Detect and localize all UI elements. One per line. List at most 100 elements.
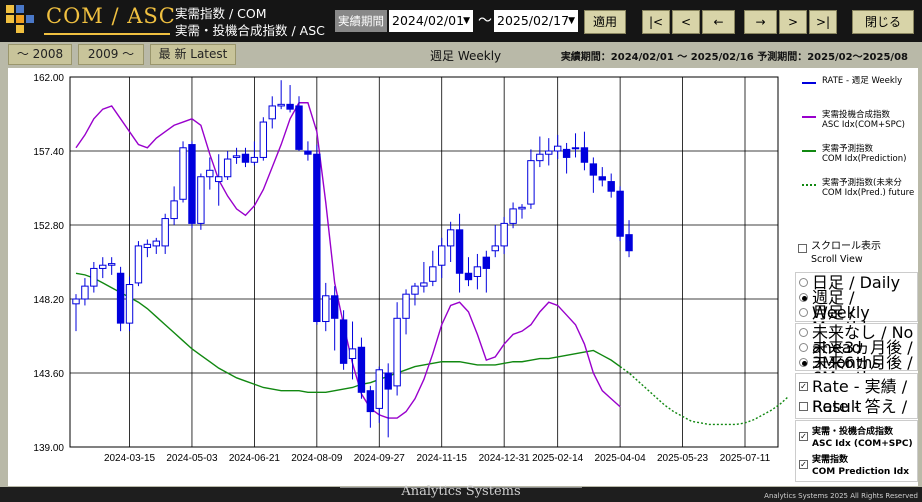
radio-3months[interactable] — [799, 343, 808, 352]
radio-no-ahead[interactable] — [799, 328, 808, 337]
legend-item-com-future: 実需予測指数(未来分 COM Idx(Pred.) future — [802, 178, 918, 212]
candle-down — [562, 148, 571, 158]
nav-back-button[interactable]: ← — [702, 10, 735, 34]
candle-up — [571, 147, 580, 150]
x-tick-label: 2025-04-04 — [595, 453, 647, 464]
candle-down — [607, 181, 615, 192]
rate-answer-option[interactable]: Rate - 答え / Answer — [796, 397, 917, 436]
candle-up — [179, 147, 187, 200]
legend-swatch — [802, 150, 816, 152]
radio-6months[interactable] — [799, 358, 808, 367]
candle-up — [491, 245, 499, 252]
price-chart: 162.00 157.40 152.80 148.20 143.60 139.00 2024… — [33, 73, 788, 464]
candle-up — [232, 155, 241, 158]
title-underline — [44, 33, 170, 35]
legend-swatch — [802, 116, 816, 118]
rate-result-checkbox[interactable]: ✓ — [799, 382, 808, 391]
candle-up — [509, 208, 517, 224]
candle-up — [553, 145, 562, 152]
app-logo — [6, 5, 34, 35]
nav-last-button[interactable]: >| — [809, 10, 837, 34]
scroll-view-label-en: Scroll View — [811, 254, 863, 265]
com-index-checkbox[interactable]: ✓ — [799, 460, 808, 469]
y-tick-label: 157.40 — [33, 147, 64, 158]
candle-up — [143, 243, 152, 249]
rate-answer-checkbox[interactable] — [799, 402, 808, 411]
candle-up — [536, 153, 544, 162]
x-tick-label: 2024-05-03 — [166, 453, 218, 464]
candle-up — [90, 267, 98, 287]
close-button[interactable]: 閉じる — [852, 10, 914, 34]
ahead-group: 未来なし / No ahead 未来3ヵ月後 / 3Months 未来6ヵ月後 … — [795, 323, 918, 386]
nav-prev-button[interactable]: < — [672, 10, 700, 34]
candle-up — [420, 282, 428, 287]
candle-down — [330, 295, 339, 319]
candle-down — [589, 163, 598, 176]
candle-down — [357, 346, 366, 393]
range-button-to-2008[interactable]: ～ 2008 — [8, 44, 72, 65]
radio-daily[interactable] — [799, 278, 808, 287]
candle-up — [268, 105, 276, 120]
candle-up — [223, 158, 232, 178]
candle-up — [134, 245, 143, 284]
com-prediction-line — [75, 272, 621, 394]
candle-down — [116, 272, 125, 324]
asc-index-option[interactable]: ✓ 実需・投機合成指数 ASC Idx (COM+SPC) — [796, 424, 917, 452]
radio-monthly[interactable] — [799, 308, 808, 317]
candle-up — [446, 229, 455, 247]
radio-weekly[interactable] — [799, 293, 808, 302]
candle-up — [161, 218, 169, 247]
x-tick-label: 2024-08-09 — [291, 453, 343, 464]
nav-first-button[interactable]: |< — [642, 10, 670, 34]
nav-next-button[interactable]: > — [779, 10, 807, 34]
y-tick-label: 152.80 — [33, 221, 64, 232]
chevron-down-icon: ▼ — [463, 16, 470, 26]
candle-down — [455, 229, 464, 274]
apply-button[interactable]: 適用 — [584, 10, 626, 34]
candle-up — [518, 206, 526, 210]
legend-item-asc: 実需投機合成指数 ASC Idx(COM+SPC) — [802, 110, 918, 144]
range-button-from-2009[interactable]: 2009 ～ — [78, 44, 144, 65]
scroll-view-label: スクロール表示 — [811, 241, 881, 252]
rate-result-option[interactable]: ✓ Rate - 実績 / Result — [796, 377, 917, 416]
candle-up — [125, 284, 134, 324]
y-tick-label: 148.20 — [33, 295, 64, 306]
end-date-select[interactable]: 2025/02/17 ▼ — [494, 10, 578, 32]
candle-up — [81, 285, 89, 300]
start-date-value: 2024/02/01 — [392, 13, 465, 28]
ahead-6months[interactable]: 未来6ヵ月後 / 6Months — [796, 355, 917, 386]
candle-up — [393, 317, 401, 387]
timeframe-monthly[interactable]: 月足 / Monthly — [796, 305, 917, 336]
candle-up — [429, 266, 437, 282]
candle-down — [464, 272, 473, 281]
candle-up — [170, 200, 178, 220]
scroll-view-row: スクロール表示 — [795, 240, 918, 253]
legend-text: RATE - 週足 Weekly — [822, 76, 903, 86]
start-date-select[interactable]: 2024/02/01 ▼ — [389, 10, 473, 32]
asc-index-checkbox[interactable]: ✓ — [799, 432, 808, 441]
candle-down — [188, 144, 196, 224]
footer-copyright: Analytics Systems 2025 All Rights Reserv… — [764, 492, 918, 500]
candle-up — [348, 348, 357, 360]
range-button-latest[interactable]: 最 新 Latest — [150, 44, 236, 65]
nav-forward-button[interactable]: → — [744, 10, 777, 34]
candle-down — [295, 105, 303, 150]
candle-down — [616, 190, 624, 237]
scroll-view-toggle[interactable]: スクロール表示 Scroll View — [795, 240, 918, 266]
com-index-option[interactable]: ✓ 実需指数 COM Prediction Idx — [796, 452, 917, 480]
x-tick-label: 2025-07-11 — [720, 453, 771, 464]
chart-period-text: 実績期間：2024/02/01 ～ 2025/02/16 予測期間：2025/0… — [560, 52, 908, 63]
candle-up — [250, 156, 259, 163]
candle-up — [322, 295, 330, 323]
chart-legend: RATE - 週足 Weekly 実需投機合成指数 ASC Idx(COM+SPC… — [802, 76, 918, 212]
x-tick-label: 2024-03-15 — [104, 453, 156, 464]
candle-up — [99, 264, 107, 269]
candle-up — [500, 222, 508, 247]
candle-down — [598, 176, 606, 181]
index-group: ✓ 実需・投機合成指数 ASC Idx (COM+SPC) ✓ 実需指数 COM P… — [795, 420, 918, 482]
candle-up — [277, 103, 285, 107]
chart-timeframe-label: 週足 Weekly — [430, 49, 502, 63]
scroll-view-checkbox[interactable] — [798, 244, 807, 253]
candle-up — [259, 121, 268, 158]
subtitle-asc: 実需・投機合成指数 / ASC — [175, 23, 325, 38]
